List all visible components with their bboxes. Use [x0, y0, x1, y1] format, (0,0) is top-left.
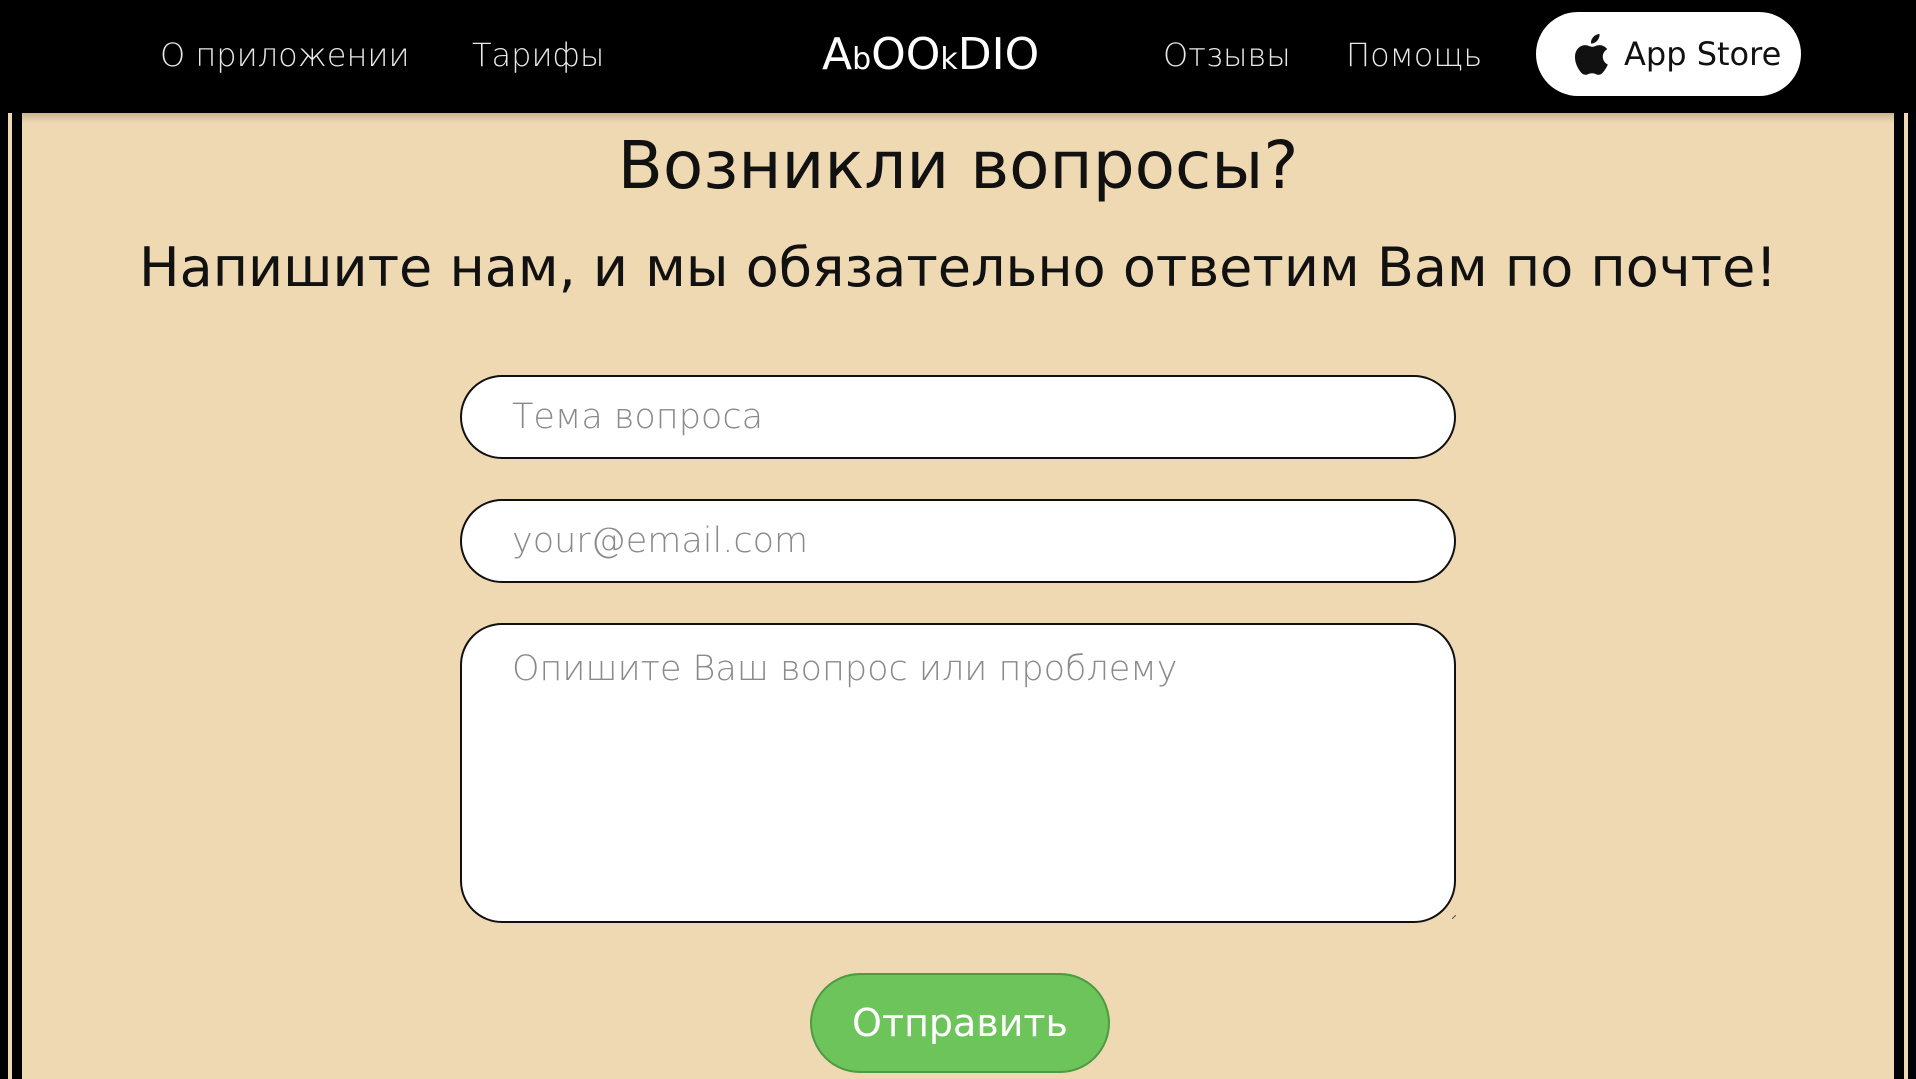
logo-part: OO — [871, 29, 941, 80]
subject-input[interactable] — [460, 375, 1456, 459]
logo-part: DIO — [957, 29, 1040, 80]
email-input[interactable] — [460, 499, 1456, 583]
page-title: Возникли вопросы? — [617, 127, 1299, 204]
app-store-button[interactable]: App Store — [1536, 12, 1801, 96]
nav-link-about[interactable]: О приложении — [160, 30, 410, 80]
nav-link-pricing[interactable]: Тарифы — [472, 30, 604, 80]
app-store-label: App Store — [1624, 35, 1782, 73]
page-subtitle: Напишите нам, и мы обязательно ответим В… — [139, 236, 1777, 299]
logo-part: A — [822, 29, 853, 80]
page: О приложении Тарифы AbOOkDIO Отзывы Помо… — [0, 0, 1916, 1079]
logo-part: k — [940, 42, 958, 77]
resize-grip-icon[interactable] — [1452, 915, 1456, 919]
apple-icon — [1574, 34, 1608, 75]
nav-link-reviews[interactable]: Отзывы — [1163, 30, 1291, 80]
message-textarea[interactable] — [460, 623, 1456, 923]
submit-button[interactable]: Отправить — [810, 973, 1110, 1073]
logo[interactable]: AbOOkDIO — [822, 28, 1039, 82]
top-nav-bar: О приложении Тарифы AbOOkDIO Отзывы Помо… — [0, 0, 1916, 113]
nav-link-help[interactable]: Помощь — [1346, 30, 1482, 80]
logo-part: b — [852, 42, 872, 77]
